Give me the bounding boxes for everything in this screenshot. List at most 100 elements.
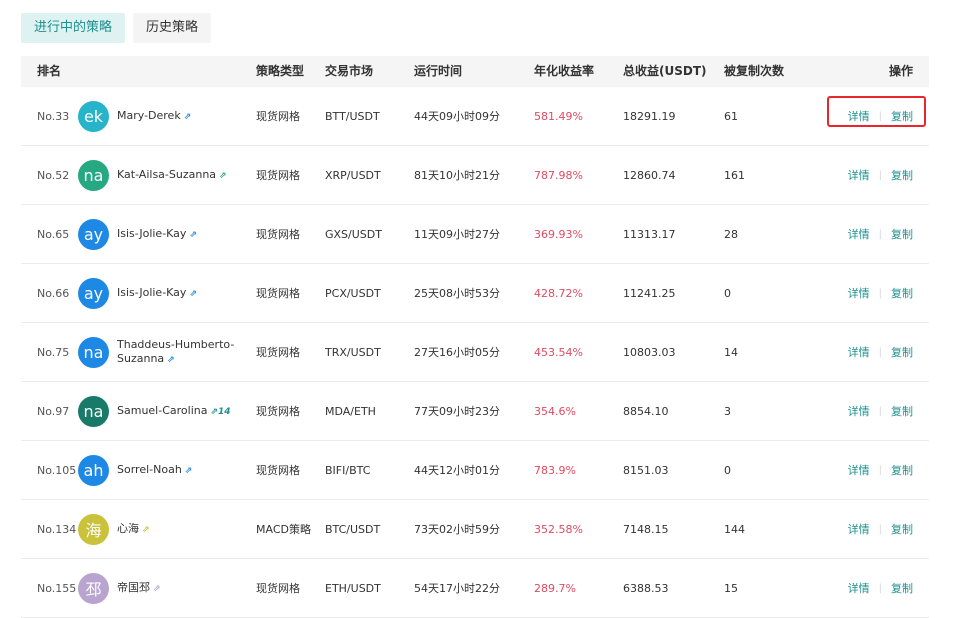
runtime-cell: 25天08小时53分 [414, 264, 500, 322]
header-runtime: 运行时间 [414, 64, 463, 78]
header-total-profit: 总收益(USDT) [623, 64, 707, 78]
profit-cell: 18291.19 [623, 87, 676, 145]
trader-name[interactable]: Isis-Jolie-Kay ⇗ [117, 286, 197, 301]
avatar[interactable]: ay [78, 277, 109, 309]
trading-pair: BIFI/BTC [325, 463, 371, 477]
ops-separator: | [878, 110, 882, 122]
detail-link[interactable]: 详情 [848, 521, 870, 537]
table-header: 排名 策略类型 交易市场 运行时间 年化收益率 总收益(USDT) 被复制次数 … [21, 56, 929, 87]
market-cell: GXS/USDT [325, 205, 382, 263]
detail-link[interactable]: 详情 [848, 403, 870, 419]
trend-badge-icon: ⇗ [167, 354, 175, 365]
ops-cell: 详情 | 复制 [848, 205, 913, 263]
strategy-type: 现货网格 [256, 228, 300, 241]
rate-cell: 787.98% [534, 146, 583, 204]
trader-name[interactable]: Sorrel-Noah ⇗ [117, 463, 192, 478]
trader-name[interactable]: 帝国邳 ⇗ [117, 581, 161, 596]
copy-link[interactable]: 复制 [891, 521, 913, 537]
runtime-cell: 44天09小时09分 [414, 87, 500, 145]
rank-text: No.33 [37, 109, 70, 123]
trader-name[interactable]: Mary-Derek ⇗ [117, 109, 191, 124]
tab-active-strategies[interactable]: 进行中的策略 [21, 13, 126, 43]
rank-cell: No.105 [37, 441, 76, 499]
detail-link[interactable]: 详情 [848, 462, 870, 478]
detail-link[interactable]: 详情 [848, 226, 870, 242]
runtime-text: 27天16小时05分 [414, 346, 500, 359]
trader-cell: na Thaddeus-Humberto- Suzanna ⇗ [78, 323, 234, 381]
ops-separator: | [878, 169, 882, 181]
copy-count: 0 [724, 286, 731, 300]
annual-rate: 428.72% [534, 286, 583, 300]
trader-name-text: 心海 [117, 521, 139, 535]
ops-cell: 详情 | 复制 [848, 264, 913, 322]
rank-text: No.97 [37, 404, 70, 418]
copy-link[interactable]: 复制 [891, 344, 913, 360]
detail-link[interactable]: 详情 [848, 285, 870, 301]
trader-name[interactable]: 心海 ⇗ [117, 522, 150, 537]
trend-badge-icon: ⇗ [183, 111, 192, 122]
detail-link[interactable]: 详情 [848, 167, 870, 183]
annual-rate: 581.49% [534, 109, 583, 123]
rank-text: No.105 [37, 463, 77, 477]
rate-cell: 428.72% [534, 264, 583, 322]
trader-name[interactable]: Isis-Jolie-Kay ⇗ [117, 227, 197, 242]
rate-cell: 354.6% [534, 382, 576, 440]
trend-badge-icon: ⇗ [184, 465, 193, 476]
avatar[interactable]: na [78, 395, 109, 427]
ops-cell: 详情 | 复制 [848, 500, 913, 558]
trader-cell: na Kat-Ailsa-Suzanna ⇗ [78, 146, 227, 204]
market-cell: TRX/USDT [325, 323, 381, 381]
avatar[interactable]: na [78, 159, 109, 191]
rate-cell: 369.93% [534, 205, 583, 263]
header-market: 交易市场 [325, 64, 374, 78]
trading-pair: ETH/USDT [325, 581, 381, 595]
avatar[interactable]: ay [78, 218, 109, 250]
avatar[interactable]: ah [78, 454, 109, 486]
avatar[interactable]: ek [78, 100, 109, 132]
copy-count: 161 [724, 168, 745, 182]
trader-name-text: Samuel-Carolina [117, 403, 208, 417]
copy-link[interactable]: 复制 [891, 580, 913, 596]
copies-cell: 161 [724, 146, 745, 204]
strategy-type: 现货网格 [256, 287, 300, 300]
copy-link[interactable]: 复制 [891, 462, 913, 478]
ops-cell: 详情 | 复制 [848, 441, 913, 499]
total-profit: 8854.10 [623, 404, 669, 418]
trader-name-text: Sorrel-Noah [117, 462, 182, 476]
trading-pair: BTC/USDT [325, 522, 381, 536]
copy-link[interactable]: 复制 [891, 285, 913, 301]
trader-name[interactable]: Kat-Ailsa-Suzanna ⇗ [117, 168, 227, 183]
copy-link[interactable]: 复制 [891, 167, 913, 183]
strategy-type: 现货网格 [256, 405, 300, 418]
tab-history-strategies[interactable]: 历史策略 [133, 13, 212, 43]
strategy-type: 现货网格 [256, 169, 300, 182]
trader-cell: 海 心海 ⇗ [78, 500, 150, 558]
annual-rate: 354.6% [534, 404, 576, 418]
rank-cell: No.66 [37, 264, 69, 322]
runtime-cell: 73天02小时59分 [414, 500, 500, 558]
avatar[interactable]: na [78, 336, 109, 368]
type-cell: 现货网格 [256, 264, 300, 322]
copy-link[interactable]: 复制 [891, 403, 913, 419]
trader-name[interactable]: Samuel-Carolina ⇗14 [117, 404, 231, 419]
avatar[interactable]: 邳 [78, 572, 109, 604]
ops-separator: | [878, 464, 882, 476]
detail-link[interactable]: 详情 [848, 580, 870, 596]
copy-link[interactable]: 复制 [891, 108, 913, 124]
ops-separator: | [878, 346, 882, 358]
annual-rate: 783.9% [534, 463, 576, 477]
type-cell: 现货网格 [256, 146, 300, 204]
avatar[interactable]: 海 [78, 513, 109, 545]
strategy-table: 排名 策略类型 交易市场 运行时间 年化收益率 总收益(USDT) 被复制次数 … [21, 56, 929, 618]
type-cell: 现货网格 [256, 87, 300, 145]
profit-cell: 8151.03 [623, 441, 669, 499]
detail-link[interactable]: 详情 [848, 108, 870, 124]
trader-name[interactable]: Thaddeus-Humberto- Suzanna ⇗ [117, 338, 234, 367]
strategy-type: 现货网格 [256, 110, 300, 123]
copy-link[interactable]: 复制 [891, 226, 913, 242]
total-profit: 8151.03 [623, 463, 669, 477]
table-row: No.65 ay Isis-Jolie-Kay ⇗ 现货网格 GXS/USDT 1… [21, 205, 929, 264]
trend-badge-icon: ⇗ [219, 170, 227, 181]
detail-link[interactable]: 详情 [848, 344, 870, 360]
rank-text: No.52 [37, 168, 70, 182]
